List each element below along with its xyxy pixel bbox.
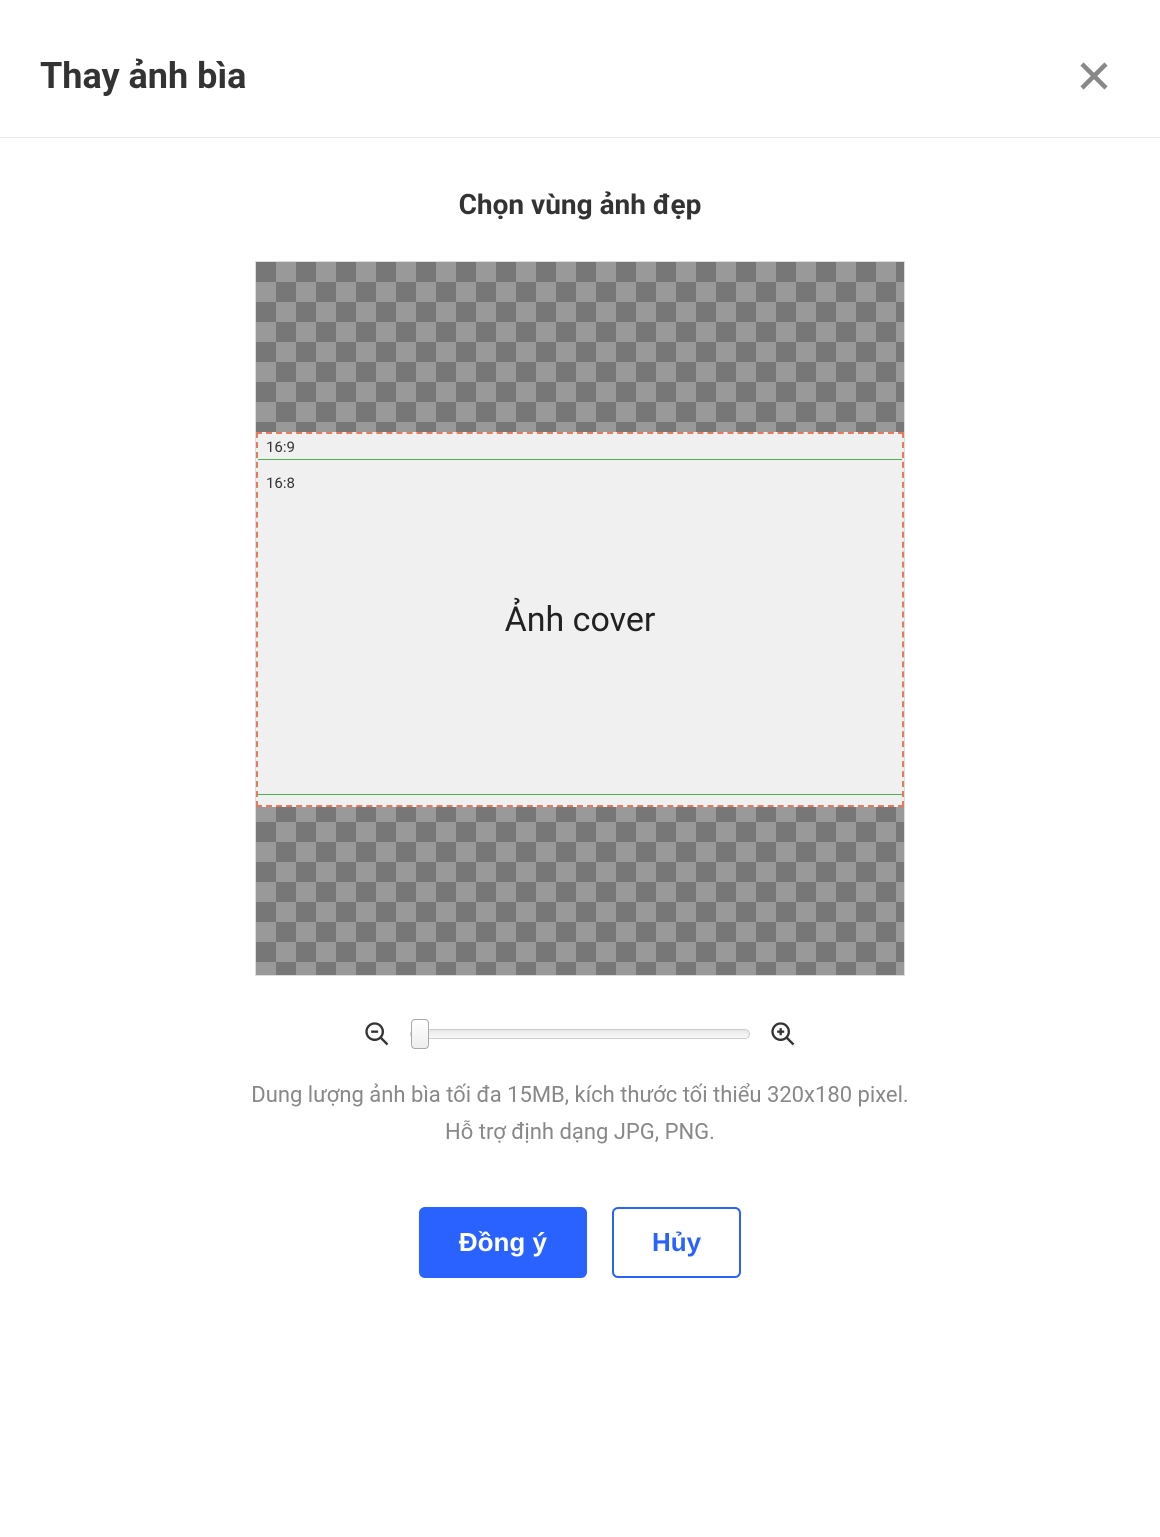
guide-line-top <box>258 459 902 460</box>
crop-canvas[interactable]: 16:9 16:8 Ảnh cover <box>255 261 905 976</box>
zoom-slider-wrapper <box>410 1018 750 1050</box>
crop-selection[interactable]: 16:9 16:8 Ảnh cover <box>256 432 904 807</box>
ratio-label-168: 16:8 <box>266 474 295 492</box>
zoom-in-button[interactable] <box>765 1016 801 1052</box>
cover-placeholder-text: Ảnh cover <box>505 600 656 640</box>
hint-text: Dung lượng ảnh bìa tối đa 15MB, kích thư… <box>251 1077 908 1152</box>
zoom-in-icon <box>769 1020 797 1048</box>
close-icon <box>1076 58 1112 94</box>
change-cover-dialog: Thay ảnh bìa Chọn vùng ảnh đẹp 16:9 16:8… <box>0 0 1160 1537</box>
guide-line-bottom <box>258 794 902 795</box>
zoom-slider[interactable] <box>410 1029 750 1039</box>
ratio-label-169: 16:9 <box>266 438 295 456</box>
cancel-button[interactable]: Hủy <box>612 1207 741 1278</box>
action-buttons: Đồng ý Hủy <box>419 1207 741 1278</box>
dialog-header: Thay ảnh bìa <box>0 0 1160 138</box>
hint-line-1: Dung lượng ảnh bìa tối đa 15MB, kích thư… <box>251 1077 908 1114</box>
close-button[interactable] <box>1068 50 1120 102</box>
dialog-content: Chọn vùng ảnh đẹp 16:9 16:8 Ảnh cover <box>0 138 1160 1537</box>
zoom-out-icon <box>363 1020 391 1048</box>
hint-line-2: Hỗ trợ định dạng JPG, PNG. <box>251 1114 908 1151</box>
dialog-title: Thay ảnh bìa <box>40 55 246 97</box>
zoom-out-button[interactable] <box>359 1016 395 1052</box>
crop-subtitle: Chọn vùng ảnh đẹp <box>459 188 702 221</box>
zoom-controls <box>359 1016 801 1052</box>
ok-button[interactable]: Đồng ý <box>419 1207 587 1278</box>
